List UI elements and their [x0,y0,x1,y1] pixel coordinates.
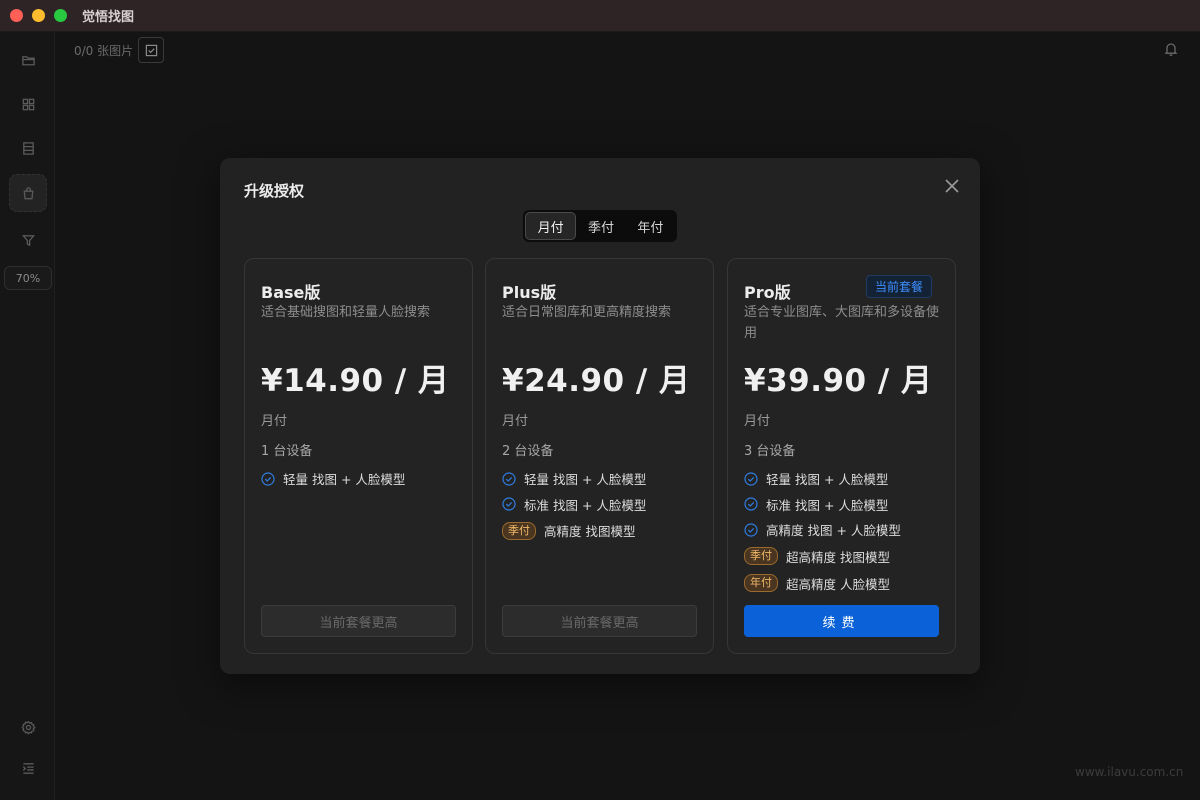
plan-description: 适合基础搜图和轻量人脸搜索 [261,305,431,320]
collapse-sidebar-icon [22,762,34,774]
feature-item: 季付 高精度 找图模型 [502,517,707,544]
plan-period: 月付 [744,414,771,429]
sidebar-item-collapse[interactable] [9,749,47,787]
billing-tag: 年付 [744,574,778,592]
billing-tag: 季付 [744,547,778,565]
feature-item: 标准 找图 + 人脸模型 [502,492,707,518]
dialog-title: 升级授权 [244,182,305,200]
billing-tag: 季付 [502,521,536,540]
tab-monthly[interactable]: 月付 [525,212,577,240]
sidebar: 70% [0,32,55,800]
check-circle-icon [261,472,275,486]
plan-name: Plus版 [502,283,557,302]
minimize-window-button[interactable] [32,9,45,22]
sidebar-item-list[interactable] [9,129,47,167]
list-icon [22,141,34,155]
close-icon [945,179,959,193]
plan-description: 适合日常图库和更高精度搜索 [502,305,672,320]
feature-item: 年付 超高精度 人脸模型 [744,570,949,597]
feature-label: 标准 找图 + 人脸模型 [524,497,647,513]
feature-item: 季付 超高精度 找图模型 [744,543,949,570]
grid-icon [22,98,34,110]
feature-label: 高精度 找图 + 人脸模型 [766,523,901,539]
check-circle-icon [744,523,758,537]
sidebar-item-folder[interactable] [9,41,47,79]
current-plan-badge: 当前套餐 [866,275,933,298]
checkbox-icon [145,44,157,56]
plan-card-pro: Pro版 当前套餐 适合专业图库、大图库和多设备使用 ¥39.90 / 月 月付… [727,258,956,654]
filter-icon [21,234,35,246]
feature-label: 轻量 找图 + 人脸模型 [524,472,647,488]
feature-label: 轻量 找图 + 人脸模型 [766,472,889,488]
zoom-level[interactable]: 70% [4,266,52,290]
plan-price: ¥24.90 / 月 [502,363,691,399]
tab-quarterly[interactable]: 季付 [576,212,625,240]
close-window-button[interactable] [10,9,23,22]
feature-item: 轻量 找图 + 人脸模型 [502,466,707,492]
feature-item: 标准 找图 + 人脸模型 [744,492,949,518]
feature-item: 轻量 找图 + 人脸模型 [261,466,466,492]
feature-label: 标准 找图 + 人脸模型 [766,497,889,513]
plan-period: 月付 [502,414,529,429]
sidebar-item-store[interactable] [9,174,47,212]
check-circle-icon [744,497,758,511]
plan-description: 适合专业图库、大图库和多设备使用 [744,305,940,341]
feature-label: 超高精度 人脸模型 [786,576,890,592]
check-circle-icon [502,472,516,486]
gear-icon [20,720,36,735]
plan-period: 月付 [261,414,288,429]
sidebar-item-grid[interactable] [9,85,47,123]
renew-button[interactable]: 续费 [744,605,939,637]
plan-features: 轻量 找图 + 人脸模型 [261,466,466,492]
feature-label: 轻量 找图 + 人脸模型 [283,472,406,488]
select-all-button[interactable] [138,37,164,63]
feature-item: 轻量 找图 + 人脸模型 [744,466,949,492]
image-count: 0/0 张图片 [74,44,134,58]
check-circle-icon [502,497,516,511]
plan-price: ¥14.90 / 月 [261,363,450,399]
plan-devices: 3 台设备 [744,444,796,459]
notification-button[interactable] [1163,41,1179,61]
plan-action-button[interactable]: 当前套餐更高 [261,605,456,637]
plan-devices: 2 台设备 [502,444,554,459]
bag-icon [23,186,33,199]
plan-price: ¥39.90 / 月 [744,363,933,399]
sidebar-item-settings[interactable] [9,708,47,746]
plan-features: 轻量 找图 + 人脸模型 标准 找图 + 人脸模型 高精度 找图 + 人脸模型 … [744,466,949,597]
feature-item: 高精度 找图 + 人脸模型 [744,517,949,543]
billing-period-selector: 月付 季付 年付 [523,210,677,242]
bell-icon [1164,43,1178,56]
plan-card-plus: Plus版 适合日常图库和更高精度搜索 ¥24.90 / 月 月付 2 台设备 … [485,258,714,654]
tab-yearly[interactable]: 年付 [626,212,675,240]
close-dialog-button[interactable] [944,178,960,194]
window-controls [10,9,67,22]
feature-label: 超高精度 找图模型 [786,549,890,565]
title-bar: 觉悟找图 [0,0,1200,32]
plan-name: Base版 [261,283,321,302]
plan-features: 轻量 找图 + 人脸模型 标准 找图 + 人脸模型 季付 高精度 找图模型 [502,466,707,544]
sidebar-item-filter[interactable] [9,221,47,259]
upgrade-license-dialog: 升级授权 月付 季付 年付 Base版 适合基础搜图和轻量人脸搜索 ¥14.90… [220,158,980,674]
plan-devices: 1 台设备 [261,444,313,459]
folder-icon [21,55,35,65]
maximize-window-button[interactable] [54,9,67,22]
app-title: 觉悟找图 [82,10,135,25]
check-circle-icon [744,472,758,486]
feature-label: 高精度 找图模型 [544,524,636,539]
plan-action-button[interactable]: 当前套餐更高 [502,605,697,637]
plan-name: Pro版 [744,283,791,302]
plan-card-base: Base版 适合基础搜图和轻量人脸搜索 ¥14.90 / 月 月付 1 台设备 … [244,258,473,654]
watermark: www.ilavu.com.cn [1075,765,1184,779]
